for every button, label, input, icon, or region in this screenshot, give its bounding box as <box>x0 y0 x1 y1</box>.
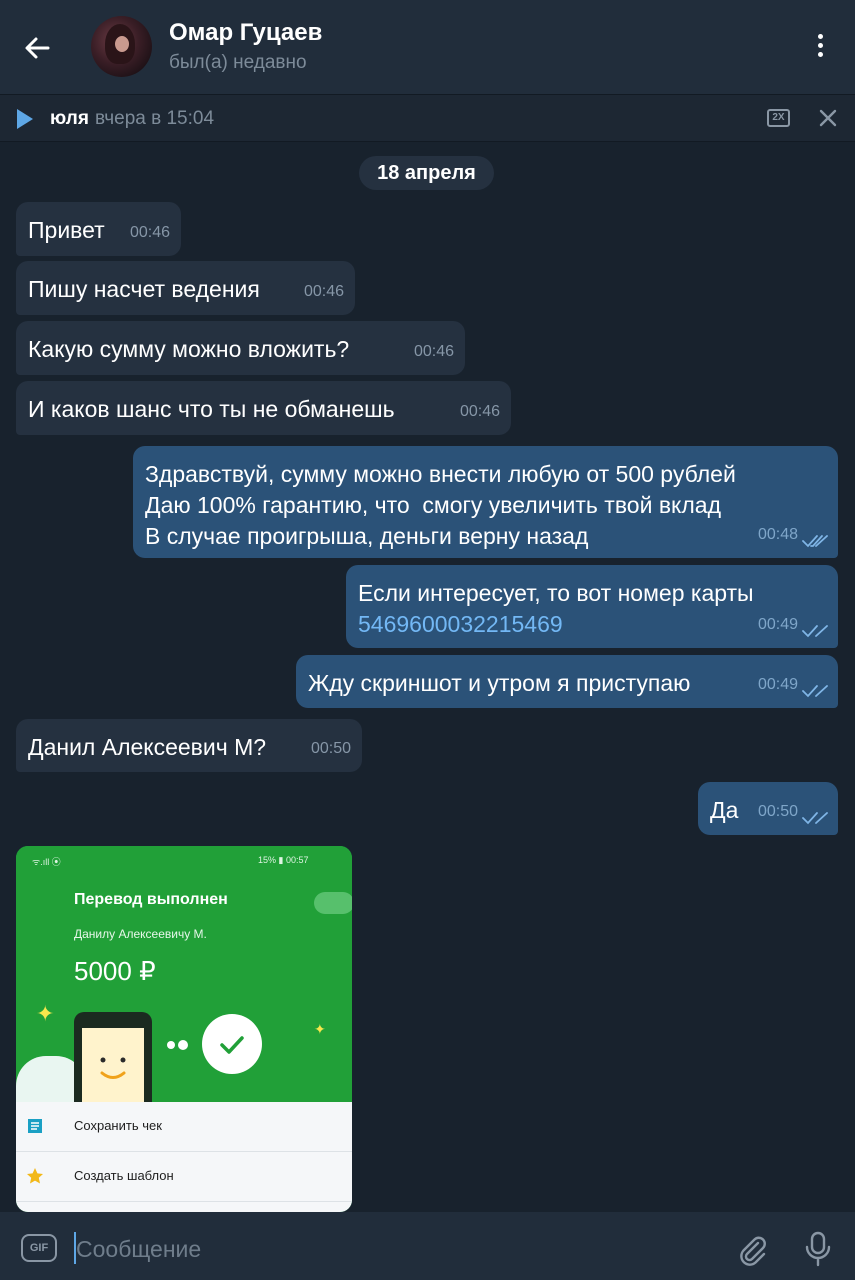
message-bubble[interactable]: Данил Алексеевич М? 00:50 <box>16 719 362 772</box>
message-time: 00:46 <box>459 403 500 420</box>
cloud-illustration <box>314 892 352 914</box>
message-bubble[interactable]: Жду скриншот и утром я приступаю 00:49 <box>296 655 838 708</box>
message-input[interactable] <box>76 1234 716 1264</box>
progress-dots-icon <box>167 1040 188 1050</box>
read-checkmarks-icon <box>802 625 828 638</box>
message-text: Привет <box>28 217 105 243</box>
receipt-icon <box>28 1119 42 1133</box>
transfer-amount: 5000 ₽ <box>74 956 156 986</box>
message-time: 00:48 <box>757 526 798 543</box>
paperclip-icon[interactable] <box>734 1232 770 1268</box>
read-checkmarks-icon <box>802 685 828 698</box>
success-check-icon <box>202 1014 262 1074</box>
message-line: Здравствуй, сумму можно внести любую от … <box>145 461 736 487</box>
message-bubble[interactable]: Привет 00:46 <box>16 202 181 256</box>
message-text: И каков шанс что ты не обманешь <box>28 396 395 422</box>
read-checkmarks-icon <box>802 812 828 825</box>
message-text: Если интересует, то вот номер карты <box>358 580 754 606</box>
message-time: 00:46 <box>303 283 344 300</box>
message-bubble[interactable]: Какую сумму можно вложить? 00:46 <box>16 321 465 375</box>
microphone-icon[interactable] <box>801 1230 835 1268</box>
message-line: В случае проигрыша, деньги верну назад <box>145 523 589 549</box>
contact-name[interactable]: Омар Гуцаев <box>169 19 322 47</box>
message-bubble[interactable]: Пишу насчет ведения 00:46 <box>16 261 355 315</box>
contact-status: был(а) недавно <box>169 52 307 73</box>
audio-time: вчера в 15:04 <box>95 108 215 129</box>
message-bubble[interactable]: Если интересует, то вот номер карты 5469… <box>346 565 838 648</box>
message-time: 00:46 <box>413 343 454 360</box>
play-icon[interactable] <box>17 109 33 129</box>
star-icon <box>27 1168 43 1184</box>
message-bubble[interactable]: Здравствуй, сумму можно внести любую от … <box>133 446 838 558</box>
avatar[interactable] <box>91 16 152 77</box>
close-icon[interactable] <box>816 106 840 130</box>
date-separator: 18 апреля <box>359 156 494 190</box>
photo-message[interactable]: ᯤ.ıll ⦿ 15% ▮ 00:57 Перевод выполнен Дан… <box>16 846 352 1212</box>
message-time: 00:49 <box>757 616 798 633</box>
create-template-row: Создать шаблон <box>16 1152 352 1202</box>
gif-button[interactable]: GIF <box>21 1234 57 1262</box>
message-time: 00:50 <box>310 740 351 757</box>
transfer-screenshot-header: ᯤ.ıll ⦿ 15% ▮ 00:57 Перевод выполнен Дан… <box>16 846 352 1112</box>
audio-sender: юля <box>50 108 89 129</box>
message-time: 00:49 <box>757 676 798 693</box>
back-arrow-icon[interactable] <box>18 28 58 68</box>
read-checkmarks-icon <box>802 535 828 548</box>
message-bubble[interactable]: И каков шанс что ты не обманешь 00:46 <box>16 381 511 435</box>
transfer-title: Перевод выполнен <box>74 891 228 908</box>
message-time: 00:46 <box>129 224 170 241</box>
message-text: Пишу насчет ведения <box>28 276 260 302</box>
transfer-recipient: Данилу Алексеевичу М. <box>74 927 207 941</box>
sparkle-icon: ✦ <box>36 1001 55 1026</box>
more-options-icon[interactable] <box>808 30 832 64</box>
card-number-link[interactable]: 5469600032215469 <box>358 609 826 640</box>
message-time: 00:50 <box>757 803 798 820</box>
message-bubble[interactable]: Да 00:50 <box>698 782 838 835</box>
save-receipt-label: Сохранить чек <box>74 1118 162 1133</box>
save-receipt-row: Сохранить чек <box>16 1102 352 1152</box>
playback-speed-button[interactable]: 2X <box>767 109 790 127</box>
phone-status-left: ᯤ.ıll ⦿ <box>32 857 61 867</box>
chat-header: Омар Гуцаев был(а) недавно <box>0 0 855 94</box>
transfer-actions-sheet: Сохранить чек Создать шаблон <box>16 1102 352 1212</box>
message-text: Какую сумму можно вложить? <box>28 336 350 362</box>
audio-player-bar[interactable]: юля вчера в 15:04 2X <box>0 94 855 142</box>
create-template-label: Создать шаблон <box>74 1168 174 1183</box>
phone-status-right: 15% ▮ 00:57 <box>258 855 309 865</box>
sparkle-icon: ✦ <box>314 1021 326 1037</box>
message-line: Даю 100% гарантию, что смогу увеличить т… <box>145 492 721 518</box>
message-text: Жду скриншот и утром я приступаю <box>308 670 691 696</box>
smiley-screen-illustration <box>82 1028 144 1108</box>
message-text: Данил Алексеевич М? <box>28 734 267 760</box>
message-composer: GIF <box>0 1212 855 1280</box>
message-text: Да <box>710 797 739 823</box>
